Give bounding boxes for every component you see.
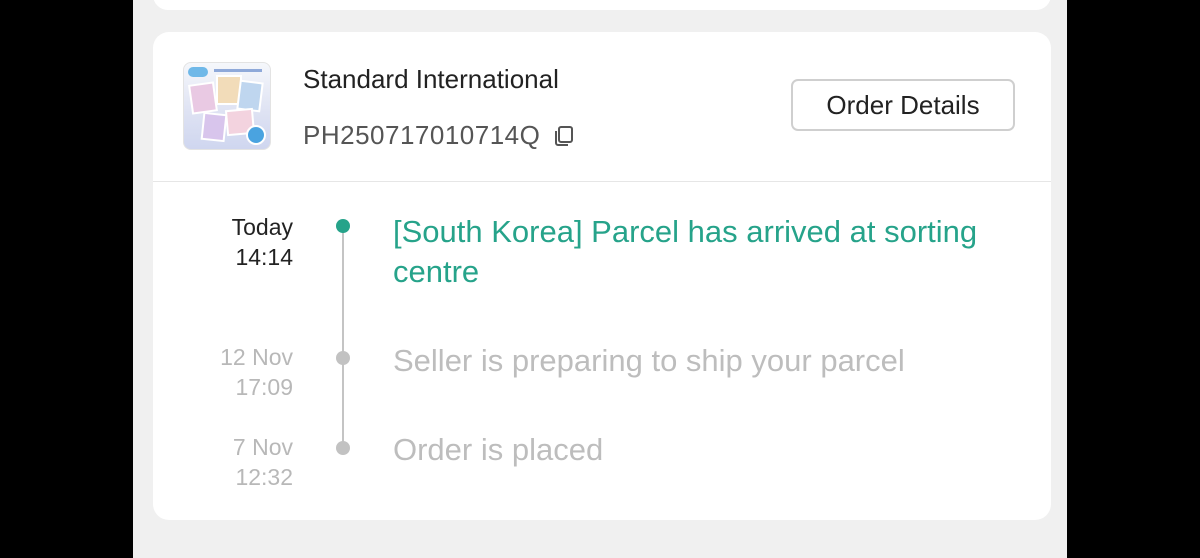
timeline-time-label: 17:09 <box>235 374 293 400</box>
timeline-day-label: 12 Nov <box>220 344 293 370</box>
copy-icon[interactable] <box>552 124 576 148</box>
timeline-time-label: 14:14 <box>235 244 293 270</box>
tracking-number-row: PH250717010714Q <box>303 120 576 151</box>
timeline-event-text: Order is placed <box>393 432 604 467</box>
product-thumbnail[interactable] <box>183 62 271 150</box>
tracking-number: PH250717010714Q <box>303 120 541 150</box>
timeline-dot-active <box>336 219 350 233</box>
timeline-day-label: Today <box>231 214 293 240</box>
previous-card <box>153 0 1051 10</box>
timeline-event-text: Seller is preparing to ship your parcel <box>393 343 905 378</box>
timeline-day-label: 7 Nov <box>232 434 293 460</box>
order-details-button[interactable]: Order Details <box>791 79 1015 131</box>
shipment-card: Standard International PH250717010714Q O… <box>153 32 1051 520</box>
timeline-line <box>342 226 344 450</box>
timeline-time-label: 12:32 <box>235 464 293 490</box>
tracking-screen: Standard International PH250717010714Q O… <box>133 0 1067 558</box>
timeline-dot <box>336 351 350 365</box>
timeline-time: 7 Nov 12:32 <box>153 432 293 492</box>
carrier-name: Standard International <box>303 64 559 94</box>
timeline-time: Today 14:14 <box>153 212 293 272</box>
timeline-event-text: [South Korea] Parcel has arrived at sort… <box>393 214 978 289</box>
timeline-dot <box>336 441 350 455</box>
timeline-time: 12 Nov 17:09 <box>153 342 293 402</box>
divider <box>153 181 1051 182</box>
